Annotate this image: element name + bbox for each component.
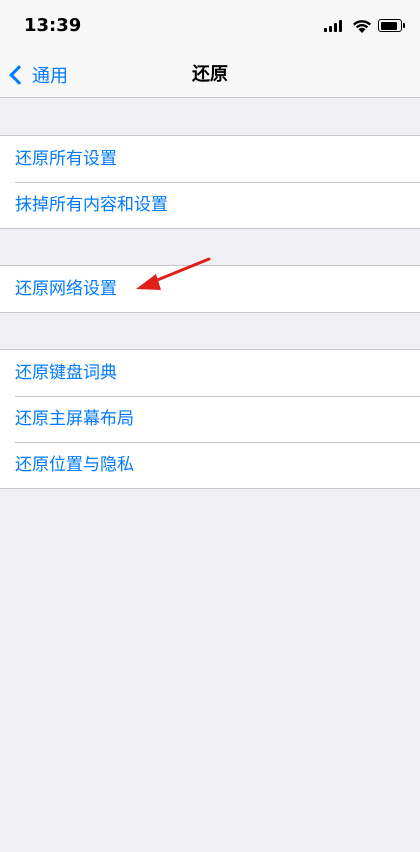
- annotation-arrow-icon: [136, 257, 211, 290]
